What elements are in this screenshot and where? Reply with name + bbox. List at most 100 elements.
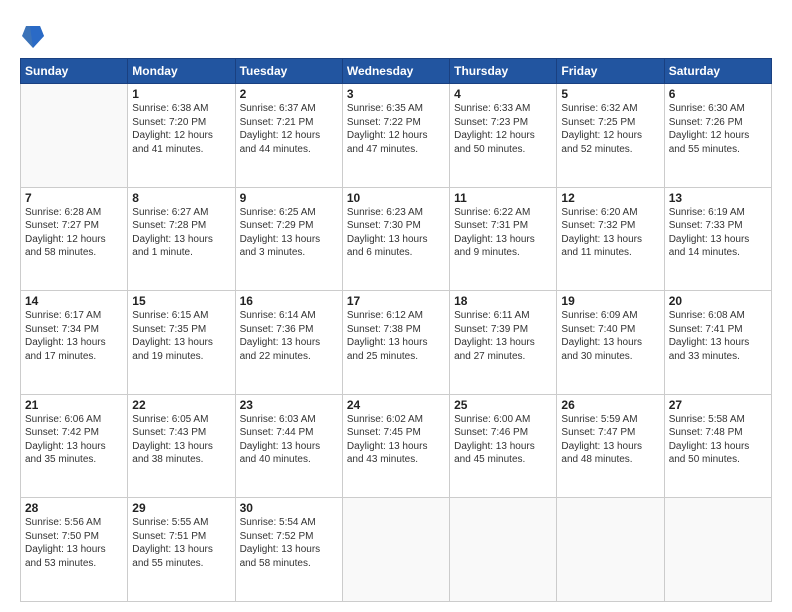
day-number: 20	[669, 294, 767, 308]
day-info: Sunrise: 6:14 AMSunset: 7:36 PMDaylight:…	[240, 309, 338, 363]
calendar-weekday-header: Sunday	[21, 59, 128, 84]
calendar-cell: 13Sunrise: 6:19 AMSunset: 7:33 PMDayligh…	[664, 187, 771, 291]
day-number: 9	[240, 191, 338, 205]
calendar-cell	[342, 498, 449, 602]
calendar-cell: 19Sunrise: 6:09 AMSunset: 7:40 PMDayligh…	[557, 291, 664, 395]
calendar-cell: 27Sunrise: 5:58 AMSunset: 7:48 PMDayligh…	[664, 394, 771, 498]
calendar-cell: 11Sunrise: 6:22 AMSunset: 7:31 PMDayligh…	[450, 187, 557, 291]
page: SundayMondayTuesdayWednesdayThursdayFrid…	[0, 0, 792, 612]
calendar-cell: 3Sunrise: 6:35 AMSunset: 7:22 PMDaylight…	[342, 84, 449, 188]
day-number: 25	[454, 398, 552, 412]
day-number: 11	[454, 191, 552, 205]
calendar-cell: 5Sunrise: 6:32 AMSunset: 7:25 PMDaylight…	[557, 84, 664, 188]
calendar-week-row: 1Sunrise: 6:38 AMSunset: 7:20 PMDaylight…	[21, 84, 772, 188]
day-info: Sunrise: 6:30 AMSunset: 7:26 PMDaylight:…	[669, 102, 767, 156]
calendar-cell: 1Sunrise: 6:38 AMSunset: 7:20 PMDaylight…	[128, 84, 235, 188]
day-info: Sunrise: 6:19 AMSunset: 7:33 PMDaylight:…	[669, 206, 767, 260]
calendar-cell: 7Sunrise: 6:28 AMSunset: 7:27 PMDaylight…	[21, 187, 128, 291]
calendar-cell: 15Sunrise: 6:15 AMSunset: 7:35 PMDayligh…	[128, 291, 235, 395]
logo-icon	[22, 22, 44, 50]
day-info: Sunrise: 6:12 AMSunset: 7:38 PMDaylight:…	[347, 309, 445, 363]
day-number: 27	[669, 398, 767, 412]
day-info: Sunrise: 5:59 AMSunset: 7:47 PMDaylight:…	[561, 413, 659, 467]
calendar-weekday-header: Tuesday	[235, 59, 342, 84]
day-info: Sunrise: 6:35 AMSunset: 7:22 PMDaylight:…	[347, 102, 445, 156]
calendar-week-row: 14Sunrise: 6:17 AMSunset: 7:34 PMDayligh…	[21, 291, 772, 395]
day-info: Sunrise: 6:15 AMSunset: 7:35 PMDaylight:…	[132, 309, 230, 363]
calendar-week-row: 7Sunrise: 6:28 AMSunset: 7:27 PMDaylight…	[21, 187, 772, 291]
day-number: 17	[347, 294, 445, 308]
calendar-cell: 10Sunrise: 6:23 AMSunset: 7:30 PMDayligh…	[342, 187, 449, 291]
day-info: Sunrise: 6:33 AMSunset: 7:23 PMDaylight:…	[454, 102, 552, 156]
calendar-cell: 6Sunrise: 6:30 AMSunset: 7:26 PMDaylight…	[664, 84, 771, 188]
day-number: 24	[347, 398, 445, 412]
day-number: 5	[561, 87, 659, 101]
day-info: Sunrise: 6:06 AMSunset: 7:42 PMDaylight:…	[25, 413, 123, 467]
day-info: Sunrise: 6:09 AMSunset: 7:40 PMDaylight:…	[561, 309, 659, 363]
day-info: Sunrise: 6:23 AMSunset: 7:30 PMDaylight:…	[347, 206, 445, 260]
day-number: 2	[240, 87, 338, 101]
day-info: Sunrise: 6:28 AMSunset: 7:27 PMDaylight:…	[25, 206, 123, 260]
calendar-weekday-header: Friday	[557, 59, 664, 84]
calendar-cell: 22Sunrise: 6:05 AMSunset: 7:43 PMDayligh…	[128, 394, 235, 498]
calendar-cell	[450, 498, 557, 602]
calendar-cell: 21Sunrise: 6:06 AMSunset: 7:42 PMDayligh…	[21, 394, 128, 498]
day-number: 7	[25, 191, 123, 205]
calendar-cell: 17Sunrise: 6:12 AMSunset: 7:38 PMDayligh…	[342, 291, 449, 395]
calendar-header-row: SundayMondayTuesdayWednesdayThursdayFrid…	[21, 59, 772, 84]
day-number: 16	[240, 294, 338, 308]
calendar-cell: 4Sunrise: 6:33 AMSunset: 7:23 PMDaylight…	[450, 84, 557, 188]
day-number: 4	[454, 87, 552, 101]
day-number: 12	[561, 191, 659, 205]
day-number: 1	[132, 87, 230, 101]
day-number: 14	[25, 294, 123, 308]
calendar-weekday-header: Wednesday	[342, 59, 449, 84]
day-info: Sunrise: 6:00 AMSunset: 7:46 PMDaylight:…	[454, 413, 552, 467]
calendar-cell: 8Sunrise: 6:27 AMSunset: 7:28 PMDaylight…	[128, 187, 235, 291]
day-number: 13	[669, 191, 767, 205]
day-number: 26	[561, 398, 659, 412]
day-number: 23	[240, 398, 338, 412]
calendar-cell: 9Sunrise: 6:25 AMSunset: 7:29 PMDaylight…	[235, 187, 342, 291]
day-number: 28	[25, 501, 123, 515]
day-info: Sunrise: 6:17 AMSunset: 7:34 PMDaylight:…	[25, 309, 123, 363]
day-number: 3	[347, 87, 445, 101]
calendar-weekday-header: Saturday	[664, 59, 771, 84]
day-info: Sunrise: 6:05 AMSunset: 7:43 PMDaylight:…	[132, 413, 230, 467]
day-info: Sunrise: 5:54 AMSunset: 7:52 PMDaylight:…	[240, 516, 338, 570]
calendar-cell: 29Sunrise: 5:55 AMSunset: 7:51 PMDayligh…	[128, 498, 235, 602]
calendar-cell: 18Sunrise: 6:11 AMSunset: 7:39 PMDayligh…	[450, 291, 557, 395]
day-info: Sunrise: 6:03 AMSunset: 7:44 PMDaylight:…	[240, 413, 338, 467]
day-number: 18	[454, 294, 552, 308]
day-info: Sunrise: 6:37 AMSunset: 7:21 PMDaylight:…	[240, 102, 338, 156]
day-info: Sunrise: 6:32 AMSunset: 7:25 PMDaylight:…	[561, 102, 659, 156]
day-number: 19	[561, 294, 659, 308]
day-number: 8	[132, 191, 230, 205]
day-number: 21	[25, 398, 123, 412]
logo	[20, 22, 46, 50]
day-info: Sunrise: 5:56 AMSunset: 7:50 PMDaylight:…	[25, 516, 123, 570]
day-info: Sunrise: 5:55 AMSunset: 7:51 PMDaylight:…	[132, 516, 230, 570]
calendar-cell: 14Sunrise: 6:17 AMSunset: 7:34 PMDayligh…	[21, 291, 128, 395]
day-info: Sunrise: 6:38 AMSunset: 7:20 PMDaylight:…	[132, 102, 230, 156]
day-info: Sunrise: 6:27 AMSunset: 7:28 PMDaylight:…	[132, 206, 230, 260]
calendar-weekday-header: Thursday	[450, 59, 557, 84]
calendar-cell: 16Sunrise: 6:14 AMSunset: 7:36 PMDayligh…	[235, 291, 342, 395]
calendar-table: SundayMondayTuesdayWednesdayThursdayFrid…	[20, 58, 772, 602]
calendar-cell	[664, 498, 771, 602]
day-number: 29	[132, 501, 230, 515]
calendar-cell: 26Sunrise: 5:59 AMSunset: 7:47 PMDayligh…	[557, 394, 664, 498]
calendar-week-row: 21Sunrise: 6:06 AMSunset: 7:42 PMDayligh…	[21, 394, 772, 498]
day-info: Sunrise: 6:11 AMSunset: 7:39 PMDaylight:…	[454, 309, 552, 363]
day-number: 6	[669, 87, 767, 101]
calendar-cell: 2Sunrise: 6:37 AMSunset: 7:21 PMDaylight…	[235, 84, 342, 188]
day-info: Sunrise: 6:02 AMSunset: 7:45 PMDaylight:…	[347, 413, 445, 467]
day-number: 10	[347, 191, 445, 205]
calendar-cell	[21, 84, 128, 188]
calendar-cell: 24Sunrise: 6:02 AMSunset: 7:45 PMDayligh…	[342, 394, 449, 498]
calendar-cell: 28Sunrise: 5:56 AMSunset: 7:50 PMDayligh…	[21, 498, 128, 602]
calendar-cell: 30Sunrise: 5:54 AMSunset: 7:52 PMDayligh…	[235, 498, 342, 602]
calendar-cell	[557, 498, 664, 602]
calendar-cell: 25Sunrise: 6:00 AMSunset: 7:46 PMDayligh…	[450, 394, 557, 498]
calendar-week-row: 28Sunrise: 5:56 AMSunset: 7:50 PMDayligh…	[21, 498, 772, 602]
